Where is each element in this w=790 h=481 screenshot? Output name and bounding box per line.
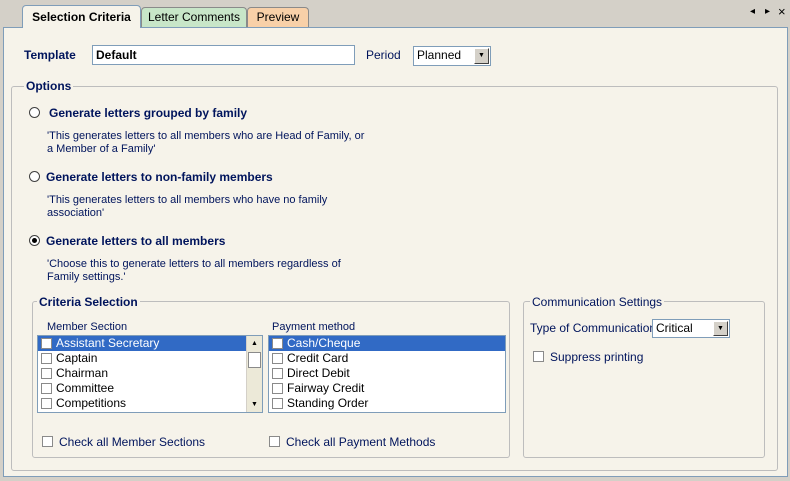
list-item-label: Assistant Secretary <box>56 336 160 350</box>
checkbox[interactable] <box>533 351 544 362</box>
tab-preview[interactable]: Preview <box>247 7 309 27</box>
checkbox-label[interactable]: Check all Member Sections <box>59 435 205 449</box>
scroll-up-icon[interactable]: ▲ <box>247 336 262 351</box>
checkbox[interactable] <box>41 338 52 349</box>
radio-button[interactable] <box>29 171 40 182</box>
type-of-communication-value: Critical <box>656 321 693 335</box>
scroll-down-icon[interactable]: ▼ <box>247 397 262 412</box>
tab-close-icon[interactable]: × <box>778 4 786 19</box>
list-item-label: Credit Card <box>287 351 349 365</box>
radio-label[interactable]: Generate letters grouped by family <box>49 106 247 120</box>
list-item-label: Cash/Cheque <box>287 336 361 350</box>
list-item[interactable]: Credit Card <box>269 351 505 366</box>
options-title: Options <box>24 79 74 93</box>
period-label: Period <box>366 48 401 62</box>
member-section-list[interactable]: Assistant Secretary Captain Chairman Com… <box>37 335 263 413</box>
scrollbar-thumb[interactable] <box>248 352 261 368</box>
radio-label[interactable]: Generate letters to all members <box>46 234 225 248</box>
tab-next-icon[interactable]: ▸ <box>765 6 770 17</box>
tab-prev-icon[interactable]: ◂ <box>750 6 755 17</box>
checkbox[interactable] <box>41 368 52 379</box>
chevron-down-icon[interactable]: ▼ <box>474 48 489 64</box>
checkbox[interactable] <box>272 383 283 394</box>
checkbox[interactable] <box>272 368 283 379</box>
type-of-communication-select[interactable]: Critical ▼ <box>652 319 730 338</box>
check-all-payment-methods[interactable]: Check all Payment Methods <box>269 435 435 449</box>
period-select[interactable]: Planned ▼ <box>413 46 491 66</box>
selection-criteria-panel: Template Default Period Planned ▼ Option… <box>3 27 788 477</box>
checkbox[interactable] <box>272 353 283 364</box>
checkbox[interactable] <box>272 398 283 409</box>
checkbox[interactable] <box>42 436 53 447</box>
list-item-label: Fairway Credit <box>287 381 365 395</box>
checkbox[interactable] <box>41 383 52 394</box>
list-item-label: Captain <box>56 351 98 365</box>
template-input[interactable]: Default <box>92 45 355 65</box>
tab-selection-criteria[interactable]: Selection Criteria <box>22 5 141 28</box>
list-item[interactable]: Standing Order <box>269 396 505 411</box>
list-item[interactable]: Chairman <box>38 366 262 381</box>
type-of-communication-label: Type of Communication <box>530 321 657 335</box>
list-item[interactable]: Direct Debit <box>269 366 505 381</box>
payment-method-list[interactable]: Cash/Cheque Credit Card Direct Debit Fai… <box>268 335 506 413</box>
list-item[interactable]: Committee <box>38 381 262 396</box>
checkbox-label[interactable]: Check all Payment Methods <box>286 435 435 449</box>
list-item-label: Competitions <box>56 396 127 410</box>
tab-bar: Selection Criteria Letter Comments Previ… <box>0 0 790 28</box>
checkbox[interactable] <box>41 398 52 409</box>
list-item[interactable]: Fairway Credit <box>269 381 505 396</box>
radio-description: 'Choose this to generate letters to all … <box>47 258 341 283</box>
list-item-label: Direct Debit <box>287 366 350 380</box>
list-item-label: Committee <box>56 381 115 395</box>
radio-dot <box>32 238 37 243</box>
criteria-selection-title: Criteria Selection <box>37 295 140 309</box>
period-value: Planned <box>417 48 462 62</box>
member-section-label: Member Section <box>47 321 128 333</box>
chevron-down-icon[interactable]: ▼ <box>713 321 728 336</box>
checkbox-label[interactable]: Suppress printing <box>550 350 643 364</box>
checkbox[interactable] <box>272 338 283 349</box>
checkbox[interactable] <box>41 353 52 364</box>
radio-button[interactable] <box>29 235 40 246</box>
communication-settings-title: Communication Settings <box>530 295 665 309</box>
list-item[interactable]: Assistant Secretary <box>38 336 262 351</box>
radio-button[interactable] <box>29 107 40 118</box>
list-item[interactable]: Cash/Cheque <box>269 336 505 351</box>
template-label: Template <box>24 48 76 62</box>
radio-label[interactable]: Generate letters to non-family members <box>46 170 273 184</box>
payment-method-label: Payment method <box>272 321 356 333</box>
suppress-printing-checkbox[interactable]: Suppress printing <box>533 350 643 364</box>
list-item-label: Standing Order <box>287 396 369 410</box>
list-item[interactable]: Captain <box>38 351 262 366</box>
checkbox[interactable] <box>269 436 280 447</box>
member-section-scrollbar[interactable]: ▲ ▼ <box>246 336 262 412</box>
list-item-label: Chairman <box>56 366 109 380</box>
radio-description: 'This generates letters to all members w… <box>47 194 328 219</box>
radio-description: 'This generates letters to all members w… <box>47 130 365 155</box>
list-item[interactable]: Competitions <box>38 396 262 411</box>
tab-letter-comments[interactable]: Letter Comments <box>141 7 247 27</box>
check-all-member-sections[interactable]: Check all Member Sections <box>42 435 205 449</box>
